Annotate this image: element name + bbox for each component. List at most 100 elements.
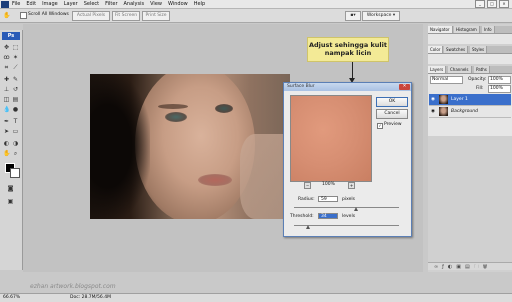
lasso-tool-icon[interactable]: ꝏ [3,54,10,61]
marquee-tool-icon[interactable]: ⬚ [12,44,19,51]
layer-row[interactable]: ◉ Background [429,106,511,118]
healing-brush-icon[interactable]: ✚ [3,76,10,83]
close-icon[interactable]: × [499,0,509,8]
tab-color[interactable]: Color [428,46,444,53]
preview-window[interactable] [290,95,372,182]
zoom-tool-icon[interactable]: ⌕ [12,150,19,157]
eraser-icon[interactable]: ◫ [3,96,10,103]
preview-checkbox[interactable]: ✓ [377,123,383,129]
eye-icon[interactable]: ◉ [431,109,436,114]
zoom-out-icon[interactable]: − [304,182,311,189]
clone-stamp-icon[interactable]: ⊥ [3,86,10,93]
quick-mask-icon[interactable]: ◙ [7,185,14,192]
ps-logo: Ps [2,32,20,40]
menu-window[interactable]: Window [168,0,188,8]
print-size-button[interactable]: Print Size [142,11,170,21]
menu-bar: File Edit Image Layer Select Filter Anal… [0,0,512,9]
menu-select[interactable]: Select [84,0,99,8]
eyedropper-icon[interactable]: ⟋ [12,64,19,71]
blur-tool-icon[interactable]: 💧 [3,106,10,113]
annotation-callout: Adjust sehingga kulit nampak licin [307,37,389,62]
fill-label: Fill: [476,86,484,91]
background-color-swatch[interactable] [10,168,20,178]
radius-slider-track[interactable] [294,207,399,208]
close-icon[interactable]: ✕ [399,84,410,90]
window-controls: _ □ × [475,0,509,8]
zoom-in-icon[interactable]: + [348,182,355,189]
preview-label: Preview [384,122,402,127]
3d-orbit-icon[interactable]: ◑ [12,140,19,147]
brush-preset-icon[interactable]: ▪▾ [345,11,361,21]
tab-navigator[interactable]: Navigator [428,26,453,33]
navigator-tabs: Navigator Histogram Info [428,26,512,34]
layer-thumbnail [439,95,448,104]
menu-analysis[interactable]: Analysis [124,0,145,8]
callout-line-2: nampak licin [324,49,372,57]
layer-thumbnail [439,107,448,116]
blend-mode-select[interactable]: Normal [430,76,463,84]
threshold-slider-thumb[interactable] [306,225,310,229]
tools-panel: Ps ✥ ⬚ ꝏ ✶ ⌗ ⟋ ✚ ✎ ⊥ ↺ ◫ ▤ 💧 ● ✒ T ➤ ▭ ◐… [0,30,23,270]
path-select-icon[interactable]: ➤ [3,128,10,135]
tab-histogram[interactable]: Histogram [454,26,480,33]
crop-tool-icon[interactable]: ⌗ [3,64,10,71]
brush-tool-icon[interactable]: ✎ [12,76,19,83]
navigator-body [428,34,512,44]
history-brush-icon[interactable]: ↺ [12,86,19,93]
layers-tabs: Layers Channels Paths [428,66,512,74]
magic-wand-icon[interactable]: ✶ [12,54,19,61]
minimize-icon[interactable]: _ [475,0,485,8]
layers-footer-icons[interactable]: ∞ƒ◐▣▤🗀🗑 [428,262,512,270]
layer-name: Layer 1 [451,97,468,102]
tab-layers[interactable]: Layers [428,66,447,73]
options-bar: ✋ Scroll All Windows Actual Pixels Fit S… [0,9,512,23]
radius-input[interactable]: 59 [318,196,338,202]
workspace-button[interactable]: Workspace ▾ [362,11,400,21]
maximize-icon[interactable]: □ [487,0,497,8]
tab-channels[interactable]: Channels [448,66,472,73]
color-body [428,54,512,64]
type-tool-icon[interactable]: T [12,118,19,125]
tab-styles[interactable]: Styles [470,46,488,53]
callout-line-1: Adjust sehingga kulit [308,41,387,49]
move-tool-icon[interactable]: ✥ [3,44,10,51]
3d-rotate-icon[interactable]: ◐ [3,140,10,147]
menu-help[interactable]: Help [194,0,205,8]
right-panels: Navigator Histogram Info Color Swatches … [428,24,512,272]
opacity-input[interactable]: 100% [488,76,511,84]
screen-mode-icon[interactable]: ▣ [7,198,14,205]
menu-layer[interactable]: Layer [64,0,78,8]
color-tabs: Color Swatches Styles [428,46,512,54]
gradient-tool-icon[interactable]: ▤ [12,96,19,103]
menu-view[interactable]: View [150,0,162,8]
eye-icon[interactable]: ◉ [431,97,436,102]
surface-blur-dialog: Surface Blur ✕ − 100% + OK Cancel ✓ Prev… [283,82,412,237]
fill-input[interactable]: 100% [488,85,511,93]
scroll-all-checkbox[interactable] [20,12,27,19]
tab-paths[interactable]: Paths [474,66,490,73]
fit-screen-button[interactable]: Fit Screen [112,11,140,21]
pen-tool-icon[interactable]: ✒ [3,118,10,125]
dialog-title: Surface Blur [284,83,411,91]
dodge-tool-icon[interactable]: ● [12,106,19,113]
hand-icon[interactable]: ✋ [3,150,10,157]
radius-label: Radius: [298,197,315,202]
tab-info[interactable]: Info [482,26,495,33]
document-image[interactable] [90,74,290,219]
threshold-input[interactable]: 34 [318,213,338,219]
menu-file[interactable]: File [12,0,20,8]
layer-row[interactable]: ◉ Layer 1 [429,94,511,106]
tab-swatches[interactable]: Swatches [444,46,469,53]
actual-pixels-button[interactable]: Actual Pixels [72,11,110,21]
radius-slider-thumb[interactable] [353,207,358,211]
shape-tool-icon[interactable]: ▭ [12,128,19,135]
cancel-button[interactable]: Cancel [376,109,408,119]
watermark: ezhan artwork.blogspot.com [30,283,116,290]
ok-button[interactable]: OK [376,97,408,107]
menu-filter[interactable]: Filter [105,0,117,8]
menu-edit[interactable]: Edit [26,0,36,8]
threshold-label: Threshold: [290,214,314,219]
menu-image[interactable]: Image [42,0,58,8]
layers-body: Normal Opacity: 100% Fill: 100% ◉ Layer … [428,74,512,136]
hand-tool-icon[interactable]: ✋ [3,12,10,19]
